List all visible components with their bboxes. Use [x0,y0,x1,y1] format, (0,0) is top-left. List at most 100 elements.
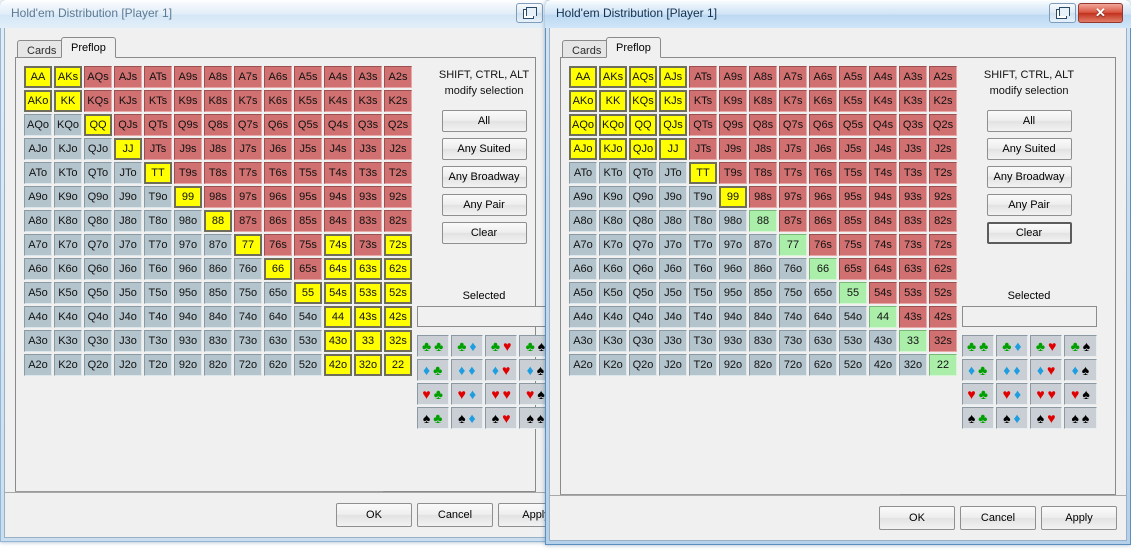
hand-cell[interactable]: 72o [234,354,262,376]
hand-cell[interactable]: A3o [24,330,52,352]
hand-cell[interactable]: J3o [114,330,142,352]
tab-cards[interactable]: Cards [17,40,67,58]
hand-cell[interactable]: JTo [659,162,687,184]
hand-cell[interactable]: 99 [719,186,747,208]
hand-cell[interactable]: J6o [659,258,687,280]
hand-cell[interactable]: KJo [54,138,82,160]
hand-cell[interactable]: 76s [809,234,837,256]
hand-cell[interactable]: 32o [354,354,382,376]
hand-cell[interactable]: Q9s [174,114,202,136]
hand-cell[interactable]: 83o [204,330,232,352]
hand-cell[interactable]: 83s [354,210,382,232]
hand-cell[interactable]: 55 [839,282,867,304]
suit-combo-cell[interactable]: ♥ ♦ [450,383,483,405]
suit-combo-cell[interactable]: ♣ ♥ [485,335,518,357]
hand-cell[interactable]: A2s [384,66,412,88]
hand-cell[interactable]: A3s [899,66,927,88]
hand-cell[interactable]: J8s [204,138,232,160]
hand-cell[interactable]: T9o [689,186,717,208]
hand-cell[interactable]: AJo [569,138,597,160]
hand-cell[interactable]: T7s [234,162,262,184]
hand-cell[interactable]: AJs [114,66,142,88]
hand-cell[interactable]: T4o [144,306,172,328]
hand-cell[interactable]: 87o [204,234,232,256]
hand-cell[interactable]: T5o [689,282,717,304]
hand-cell[interactable]: 75s [294,234,322,256]
hand-cell[interactable]: T4o [689,306,717,328]
hand-cell[interactable]: 86o [204,258,232,280]
hand-cell[interactable]: 95o [719,282,747,304]
hand-cell[interactable]: 54s [324,282,352,304]
hand-cell[interactable]: 87s [234,210,262,232]
hand-cell[interactable]: 98s [204,186,232,208]
hand-cell[interactable]: QQ [84,114,112,136]
hand-cell[interactable]: 94o [719,306,747,328]
apply-button[interactable]: Apply [498,503,546,527]
hand-cell[interactable]: 92s [384,186,412,208]
hand-cell[interactable]: A8s [749,66,777,88]
any-suited-button[interactable]: Any Suited [986,138,1072,160]
hand-cell[interactable]: J5s [839,138,867,160]
hand-cell[interactable]: QJs [659,114,687,136]
hand-cell[interactable]: T5s [839,162,867,184]
hand-cell[interactable]: 96s [809,186,837,208]
hand-cell[interactable]: 65s [839,258,867,280]
hand-cell[interactable]: 85s [839,210,867,232]
hand-cell[interactable]: 99 [174,186,202,208]
hand-cell[interactable]: 75o [234,282,262,304]
suit-combo-cell[interactable]: ♠ ♠ [519,407,546,429]
hand-cell[interactable]: AKs [599,66,627,88]
hand-cell[interactable]: 42o [324,354,352,376]
hand-cell[interactable]: 86s [809,210,837,232]
hand-cell[interactable]: K4o [54,306,82,328]
hand-cell[interactable]: J2o [114,354,142,376]
hand-cell[interactable]: 92s [929,186,957,208]
hand-cell[interactable]: 63s [899,258,927,280]
hand-cell[interactable]: 94s [324,186,352,208]
hand-cell[interactable]: 94o [174,306,202,328]
hand-cell[interactable]: KJo [599,138,627,160]
hand-cell[interactable]: A4o [569,306,597,328]
suit-combo-cell[interactable]: ♠ ♦ [450,407,483,429]
hand-cell[interactable]: ATs [144,66,172,88]
hand-cell[interactable]: K7s [779,90,807,112]
hand-cell[interactable]: 42s [384,306,412,328]
ok-button[interactable]: OK [336,503,412,527]
suit-combo-cell[interactable]: ♦ ♠ [519,359,546,381]
any-pair-button[interactable]: Any Pair [986,194,1072,216]
hand-cell[interactable]: 43s [354,306,382,328]
hand-cell[interactable]: Q4s [869,114,897,136]
hand-cell[interactable]: T5s [294,162,322,184]
suit-combo-cell[interactable]: ♣ ♣ [961,335,994,357]
hand-cell[interactable]: A6o [24,258,52,280]
hand-cell[interactable]: Q7s [234,114,262,136]
hand-cell[interactable]: 65s [294,258,322,280]
tab-cards[interactable]: Cards [562,40,612,58]
hand-cell[interactable]: KQo [599,114,627,136]
hand-cell[interactable]: 97s [234,186,262,208]
hand-cell[interactable]: J4s [869,138,897,160]
hand-cell[interactable]: J4s [324,138,352,160]
suit-combo-cell[interactable]: ♠ ♠ [1064,407,1097,429]
hand-cell[interactable]: Q7s [779,114,807,136]
hand-cell[interactable]: T9s [719,162,747,184]
hand-cell[interactable]: T9o [144,186,172,208]
hand-cell[interactable]: Q8o [84,210,112,232]
hand-cell[interactable]: A5s [839,66,867,88]
hand-cell[interactable]: 94s [869,186,897,208]
hand-cell[interactable]: AQs [84,66,112,88]
hand-cell[interactable]: K6s [809,90,837,112]
hand-range-grid[interactable]: AA AKs AQs AJs ATs A9s A8s A7s A6s A5s A4s A3s A2s AK… [569,66,957,376]
hand-cell[interactable]: T5o [144,282,172,304]
tab-preflop[interactable]: Preflop [61,37,116,58]
hand-cell[interactable]: A9s [719,66,747,88]
hand-cell[interactable]: 97s [779,186,807,208]
hand-cell[interactable]: K8s [749,90,777,112]
hand-cell[interactable]: TT [144,162,172,184]
hand-cell[interactable]: K5o [599,282,627,304]
hand-cell[interactable]: A7o [24,234,52,256]
hand-cell[interactable]: 98o [719,210,747,232]
hand-cell[interactable]: Q5s [839,114,867,136]
hand-cell[interactable]: 88 [749,210,777,232]
hand-cell[interactable]: KK [54,90,82,112]
